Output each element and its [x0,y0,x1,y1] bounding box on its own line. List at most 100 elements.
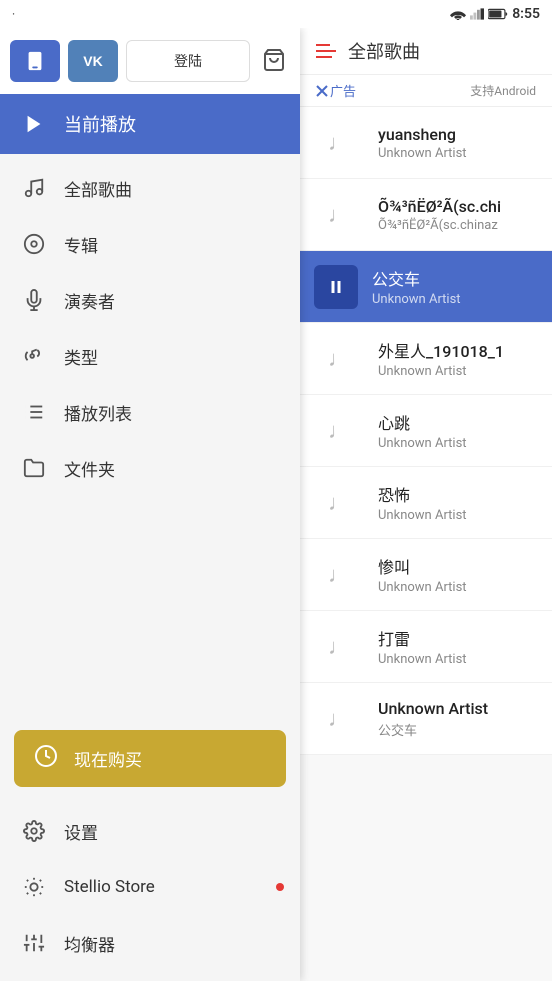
song-artist-4: Unknown Artist [378,364,538,379]
nav-folder[interactable]: 文件夹 [0,440,300,496]
album-icon [20,230,48,258]
song-title-1: yuansheng [378,125,538,144]
cart-icon [262,48,286,72]
stellio-store-item[interactable]: Stellio Store [0,859,300,915]
music-note-icon-6: ♩ [328,490,350,516]
stellio-store-label: Stellio Store [64,877,155,897]
vk-button[interactable]: VK [68,40,118,82]
song-item-2[interactable]: ♩ Õ¾³ñËØ²Ã(sc.chi Õ¾³ñËØ²Ã(sc.chinaz [300,179,552,251]
song-thumb-2: ♩ [314,190,364,240]
hamburger-line-2 [316,50,336,52]
nav-all-songs[interactable]: 全部歌曲 [0,160,300,216]
sidebar: VK 登陆 当前播放 [0,28,300,981]
song-title-8: 打雷 [378,626,538,650]
song-info-5: 心跳 Unknown Artist [378,410,538,451]
right-panel: 全部歌曲 广告 支持Android ♩ yuansheng [300,28,552,981]
song-thumb-1: ♩ [314,118,364,168]
hamburger-menu-button[interactable] [316,44,336,58]
music-note-icon-4: ♩ [328,346,350,372]
song-artist-9: 公交车 [378,720,538,739]
microphone-icon [20,286,48,314]
song-item-9[interactable]: ♩ Unknown Artist 公交车 [300,683,552,755]
pause-button[interactable] [314,265,358,309]
music-note-icon-5: ♩ [328,418,350,444]
song-artist-8: Unknown Artist [378,652,538,667]
equalizer-label: 均衡器 [64,931,115,956]
buy-now-button[interactable]: 现在购买 [14,730,286,787]
song-item-1[interactable]: ♩ yuansheng Unknown Artist [300,107,552,179]
battery-icon [488,8,508,20]
ad-banner: 广告 支持Android [300,75,552,107]
nav-album[interactable]: 专辑 [0,216,300,272]
equalizer-item[interactable]: 均衡器 [0,915,300,971]
nav-album-label: 专辑 [64,232,98,257]
login-label: 登陆 [174,53,202,69]
song-thumb-8: ♩ [314,622,364,672]
song-item-8[interactable]: ♩ 打雷 Unknown Artist [300,611,552,683]
login-button[interactable]: 登陆 [126,40,250,82]
song-info-3: 公交车 Unknown Artist [372,266,538,307]
song-item-5[interactable]: ♩ 心跳 Unknown Artist [300,395,552,467]
close-x-icon [316,85,328,97]
song-thumb-9: ♩ [314,694,364,744]
song-artist-5: Unknown Artist [378,436,538,451]
song-artist-7: Unknown Artist [378,580,538,595]
settings-item[interactable]: 设置 [0,803,300,859]
music-note-icon-9: ♩ [328,706,350,732]
music-note-icon-1: ♩ [328,130,350,156]
song-info-6: 恐怖 Unknown Artist [378,482,538,523]
song-item-6[interactable]: ♩ 恐怖 Unknown Artist [300,467,552,539]
nav-artist[interactable]: 演奏者 [0,272,300,328]
music-note-icon-7: ♩ [328,562,350,588]
sidebar-nav: 全部歌曲 专辑 [0,154,300,720]
status-time: 8:55 [512,6,540,22]
buy-now-label: 现在购买 [74,746,142,771]
music-note-icon-8: ♩ [328,634,350,660]
nav-artist-label: 演奏者 [64,288,115,313]
song-info-9: Unknown Artist 公交车 [378,699,538,739]
sidebar-top-bar: VK 登陆 [0,28,300,94]
device-button[interactable] [10,40,60,82]
genre-icon [20,342,48,370]
song-info-2: Õ¾³ñËØ²Ã(sc.chi Õ¾³ñËØ²Ã(sc.chinaz [378,197,538,233]
nav-folder-label: 文件夹 [64,456,115,481]
song-list: ♩ yuansheng Unknown Artist ♩ Õ¾³ñËØ²Ã(sc… [300,107,552,981]
settings-label: 设置 [64,819,98,844]
vk-label: VK [83,53,102,69]
pause-icon [327,278,345,296]
status-left: · [12,7,15,21]
cart-button[interactable] [258,44,290,79]
now-playing-button[interactable]: 当前播放 [0,94,300,154]
music-note-icon [20,174,48,202]
status-dot: · [12,7,15,21]
ad-close-button[interactable]: 广告 [316,81,356,100]
song-info-4: 外星人_191018_1 Unknown Artist [378,338,538,379]
playlist-icon [20,398,48,426]
hamburger-line-1 [316,44,330,46]
song-item-4[interactable]: ♩ 外星人_191018_1 Unknown Artist [300,323,552,395]
song-info-7: 惨叫 Unknown Artist [378,554,538,595]
song-thumb-7: ♩ [314,550,364,600]
sidebar-bottom: 设置 Stellio Store [0,797,300,981]
song-title-5: 心跳 [378,410,538,434]
nav-playlist[interactable]: 播放列表 [0,384,300,440]
music-note-icon-2: ♩ [328,202,350,228]
song-artist-6: Unknown Artist [378,508,538,523]
song-item-7[interactable]: ♩ 惨叫 Unknown Artist [300,539,552,611]
ad-support-text: 支持Android [470,82,536,99]
song-title-9: Unknown Artist [378,699,538,718]
nav-genre[interactable]: 类型 [0,328,300,384]
folder-icon [20,454,48,482]
song-title-2: Õ¾³ñËØ²Ã(sc.chi [378,197,538,216]
song-title-7: 惨叫 [378,554,538,578]
device-icon [24,50,46,72]
signal-icon [470,8,484,20]
equalizer-icon [20,929,48,957]
song-artist-2: Õ¾³ñËØ²Ã(sc.chinaz [378,218,538,233]
play-icon [20,110,48,138]
song-title-3: 公交车 [372,266,538,290]
song-item-3[interactable]: 公交车 Unknown Artist [300,251,552,323]
buy-icon [34,744,58,773]
status-bar: · 8:55 [0,0,552,28]
play-triangle-icon [23,113,45,135]
